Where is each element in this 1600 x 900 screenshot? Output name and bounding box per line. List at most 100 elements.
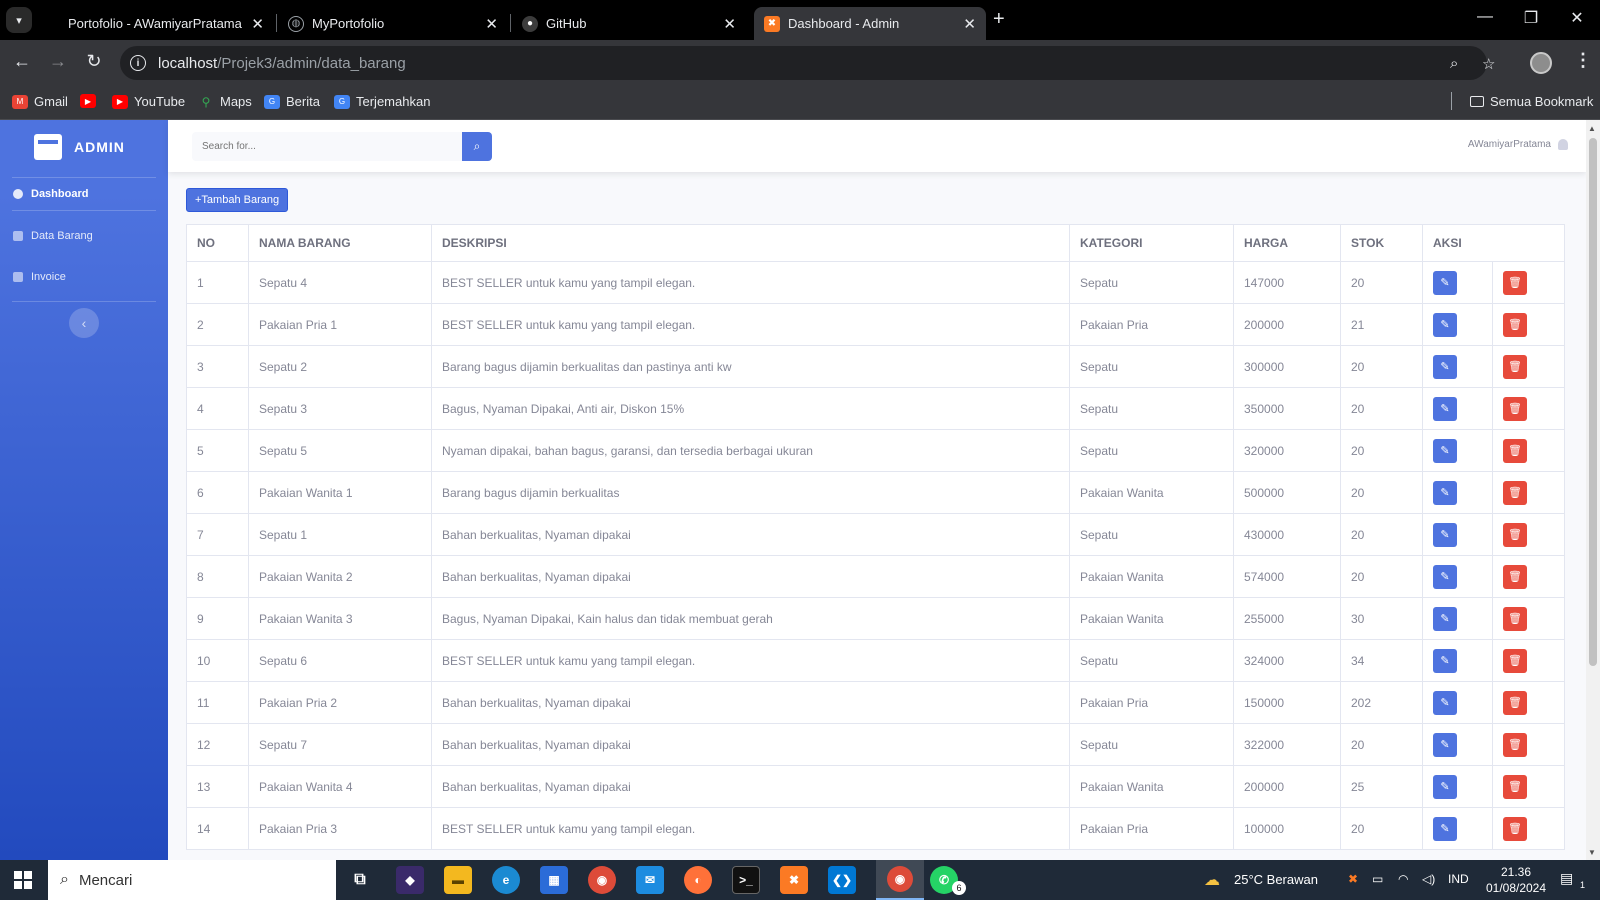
xampp-icon[interactable]: ✖ [780,866,808,894]
delete-button[interactable]: 🗑 [1503,816,1527,841]
edit-button[interactable]: ✎ [1433,606,1457,631]
terminal-icon[interactable]: >_ [732,866,760,894]
username: AWamiyarPratama [1467,139,1551,150]
volume-icon[interactable]: ◁) [1422,872,1435,886]
scroll-up-icon[interactable]: ▲ [1588,124,1596,133]
restore-button[interactable]: ❐ [1516,8,1546,28]
browser-menu-icon[interactable]: ⋮ [1574,50,1592,71]
file-explorer-icon[interactable]: ▬ [444,866,472,894]
bookmark-youtube-icon-only[interactable]: ▶ [80,94,102,108]
chrome-active-icon[interactable]: ◉ [876,860,924,900]
delete-button[interactable]: 🗑 [1503,270,1527,295]
delete-button[interactable]: 🗑 [1503,690,1527,715]
user-dropdown[interactable]: AWamiyarPratama [1468,139,1568,150]
delete-button[interactable]: 🗑 [1503,648,1527,673]
all-bookmarks-button[interactable]: Semua Bookmark [1470,94,1593,109]
taskbar-search[interactable]: ⌕ Mencari [48,860,336,900]
firefox-icon[interactable]: ◐ [684,866,712,894]
bookmark-maps[interactable]: ⚲ Maps [198,94,252,109]
edit-button[interactable]: ✎ [1433,480,1457,505]
delete-button[interactable]: 🗑 [1503,564,1527,589]
store-icon [34,134,62,160]
edit-button[interactable]: ✎ [1433,312,1457,337]
edit-button[interactable]: ✎ [1433,270,1457,295]
delete-button[interactable]: 🗑 [1503,606,1527,631]
address-bar[interactable]: i localhost/Projek3/admin/data_barang ⌕ … [120,46,1495,80]
page-scrollbar[interactable]: ▲ ▼ [1586,120,1600,860]
new-tab-button[interactable]: + [993,8,1005,31]
tab-search-button[interactable]: ▾ [6,7,32,33]
forward-button[interactable]: → [46,51,70,72]
tab-myportofolio[interactable]: ◍ MyPortofolio ✕ [278,7,508,40]
windows-start-icon[interactable] [14,871,32,889]
site-info-icon[interactable]: i [130,55,146,71]
edit-button[interactable]: ✎ [1433,648,1457,673]
task-view-icon[interactable]: ⧉ [346,866,374,894]
edit-button[interactable]: ✎ [1433,774,1457,799]
search-button[interactable]: ⌕ [462,132,492,161]
bookmark-gmail[interactable]: M Gmail [12,94,68,109]
edit-icon: ✎ [1440,697,1450,709]
delete-button[interactable]: 🗑 [1503,438,1527,463]
edit-button[interactable]: ✎ [1433,732,1457,757]
xampp-tray-icon[interactable]: ✖ [1348,872,1358,886]
edit-button[interactable]: ✎ [1433,522,1457,547]
window-close-button[interactable]: ✕ [1562,8,1592,28]
profile-avatar[interactable] [1530,52,1552,74]
sidebar-item-invoice[interactable]: Invoice [13,271,66,283]
bookmark-star-icon[interactable]: ☆ [1482,55,1495,73]
sidebar-item-data-barang[interactable]: Data Barang [13,230,93,242]
search-input[interactable] [192,132,462,161]
scrollbar-thumb[interactable] [1589,138,1597,666]
tab-portofolio[interactable]: Portofolio - AWamiyarPratama ✕ [58,7,274,40]
cell-edit-action: ✎ [1422,513,1493,556]
edit-button[interactable]: ✎ [1433,354,1457,379]
scroll-down-icon[interactable]: ▼ [1588,848,1596,857]
delete-button[interactable]: 🗑 [1503,522,1527,547]
delete-button[interactable]: 🗑 [1503,480,1527,505]
store-app-icon[interactable]: ▦ [540,866,568,894]
add-item-button[interactable]: +Tambah Barang [186,188,289,212]
language-indicator[interactable]: IND [1448,872,1469,886]
delete-button[interactable]: 🗑 [1503,774,1527,799]
delete-button[interactable]: 🗑 [1503,396,1527,421]
edit-button[interactable]: ✎ [1433,816,1457,841]
edit-button[interactable]: ✎ [1433,438,1457,463]
sidebar-brand[interactable]: ADMIN [34,134,125,160]
edit-button[interactable]: ✎ [1433,396,1457,421]
vscode-icon[interactable]: ❮❯ [828,866,856,894]
minimize-button[interactable]: — [1470,8,1500,26]
edge-icon[interactable]: e [492,866,520,894]
edit-button[interactable]: ✎ [1433,564,1457,589]
clock[interactable]: 21.36 01/08/2024 [1476,864,1556,896]
close-icon[interactable]: ✕ [723,15,736,33]
sidebar-item-dashboard[interactable]: Dashboard [13,188,88,200]
bookmark-youtube[interactable]: ▶ YouTube [112,94,185,109]
notification-icon[interactable]: ▤ [1560,870,1573,887]
tab-github[interactable]: ● GitHub ✕ [512,7,746,40]
sidebar-toggle-button[interactable]: ‹ [69,308,99,338]
reload-button[interactable]: ↻ [82,51,106,72]
bookmark-label: YouTube [134,94,186,109]
weather-text[interactable]: 25°C Berawan [1234,872,1318,887]
bookmark-berita[interactable]: G Berita [264,94,320,109]
close-icon[interactable]: ✕ [251,15,264,33]
bookmark-terjemahkan[interactable]: G Terjemahkan [334,94,430,109]
close-icon[interactable]: ✕ [485,15,498,33]
delete-button[interactable]: 🗑 [1503,354,1527,379]
close-icon[interactable]: ✕ [963,15,976,33]
tab-dashboard-admin[interactable]: ✖ Dashboard - Admin ✕ [754,7,986,40]
back-button[interactable]: ← [10,51,34,72]
cell-harga: 500000 [1233,471,1341,514]
zoom-icon[interactable]: ⌕ [1450,55,1458,72]
wifi-icon[interactable]: ◠ [1398,872,1408,886]
weather-icon[interactable]: ☁ [1204,870,1220,890]
delete-button[interactable]: 🗑 [1503,312,1527,337]
delete-button[interactable]: 🗑 [1503,732,1527,757]
edit-button[interactable]: ✎ [1433,690,1457,715]
game-app-icon[interactable]: ◆ [396,866,424,894]
battery-icon[interactable]: ▭ [1372,872,1383,886]
chrome-icon[interactable]: ◉ [588,866,616,894]
mail-icon[interactable]: ✉ [636,866,664,894]
cell-stok: 25 [1340,765,1423,808]
